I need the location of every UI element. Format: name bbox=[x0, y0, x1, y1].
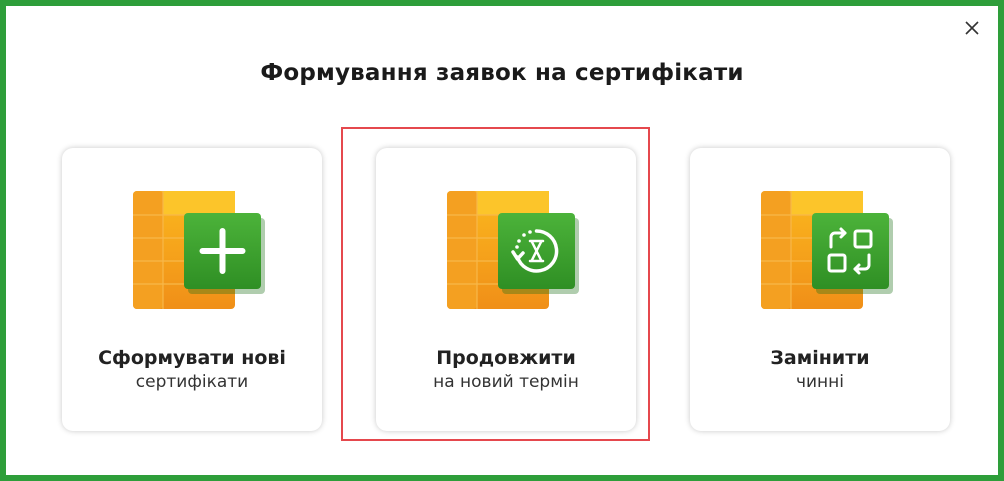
plus-icon bbox=[133, 191, 265, 313]
card-subtitle: сертифікати bbox=[135, 372, 249, 392]
replace-certificates-card[interactable]: Замінити чинні bbox=[690, 148, 950, 431]
dialog-title: Формування заявок на сертифікати bbox=[260, 60, 744, 86]
selection-highlight bbox=[341, 127, 650, 441]
close-icon bbox=[965, 21, 979, 35]
card-title: Замінити bbox=[770, 347, 870, 369]
close-button[interactable] bbox=[961, 17, 983, 39]
replace-icon bbox=[761, 191, 893, 313]
create-new-certificates-card[interactable]: Сформувати нові сертифікати bbox=[62, 148, 322, 431]
card-title: Сформувати нові bbox=[98, 347, 286, 369]
card-subtitle: чинні bbox=[795, 372, 845, 392]
